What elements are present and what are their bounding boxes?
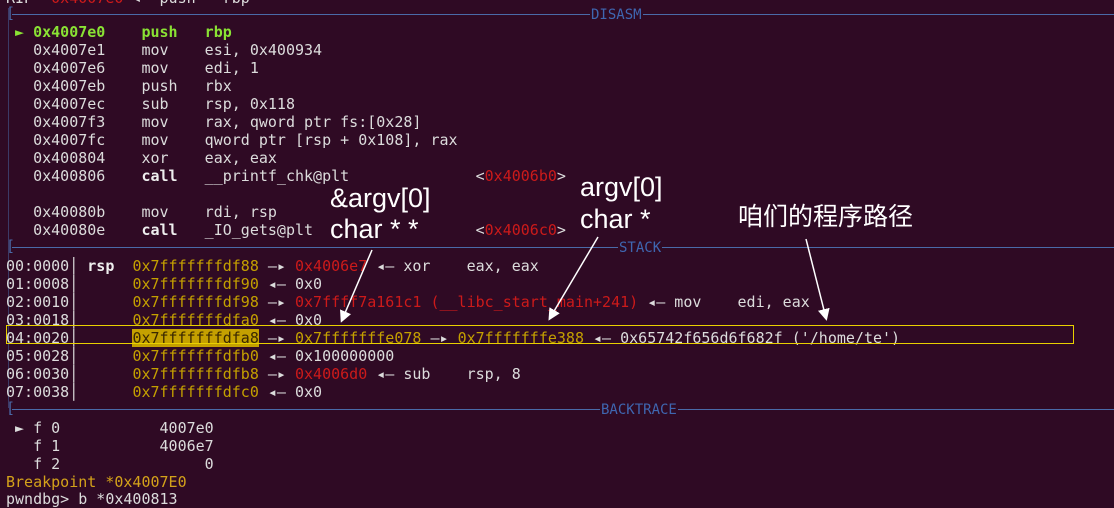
arrow-program-path	[805, 238, 830, 321]
arrow-argv0	[548, 236, 599, 321]
annotation-arrows	[340, 236, 830, 323]
arrow-argv-address	[340, 249, 373, 323]
